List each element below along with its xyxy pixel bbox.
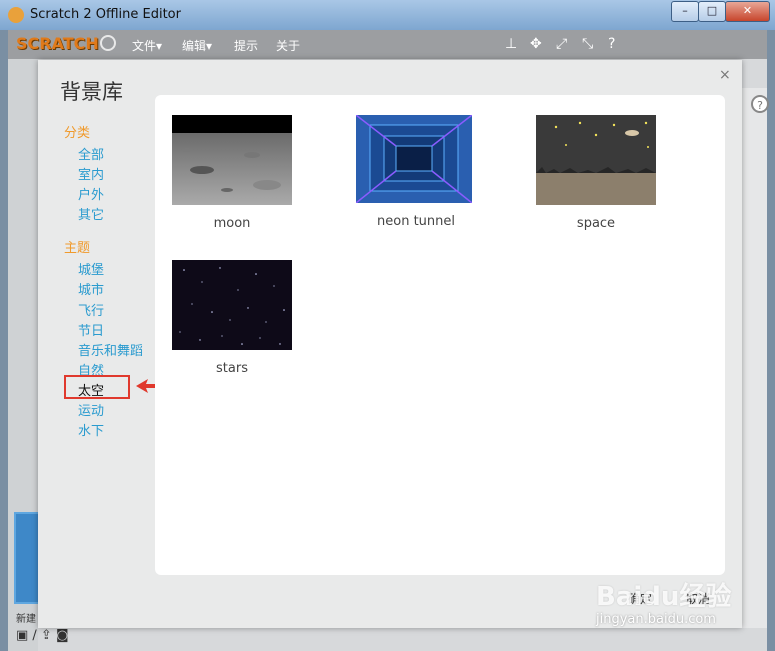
help-icon[interactable]: ?	[751, 95, 769, 113]
menu-bar: SCRATCH 文件▾ 编辑▾ 提示 关于 ⊥ ✥ ⤢ ⤡ ?	[8, 30, 767, 59]
item-label: space	[576, 216, 616, 231]
menu-about[interactable]: 关于	[276, 37, 300, 54]
stars-thumbnail	[172, 260, 292, 350]
category-indoors[interactable]: 室内	[78, 164, 104, 183]
theme-city[interactable]: 城市	[78, 279, 104, 298]
item-label: stars	[216, 361, 248, 376]
grow-icon[interactable]: ⤢	[556, 36, 567, 52]
category-heading: 分类	[64, 126, 91, 141]
category-all[interactable]: 全部	[78, 144, 104, 163]
backdrop-item-moon[interactable]: moon	[172, 115, 292, 231]
close-window-button[interactable]: ✕	[725, 1, 770, 22]
scratch-cat-icon	[8, 7, 24, 23]
theme-flying[interactable]: 飞行	[78, 300, 104, 319]
baidu-watermark: Baidu经验 jingyan.baidu.com	[596, 572, 766, 638]
language-globe-icon[interactable]	[100, 35, 116, 51]
backdrop-item-neon-tunnel[interactable]: neon tunnel	[355, 114, 476, 229]
theme-music-dance[interactable]: 音乐和舞蹈	[78, 340, 143, 359]
theme-underwater[interactable]: 水下	[78, 420, 104, 439]
window-titlebar: Scratch 2 Offline Editor – □ ✕	[0, 0, 775, 30]
minimize-button[interactable]: –	[671, 1, 699, 22]
space-thumbnail	[536, 115, 656, 205]
watermark-url: jingyan.baidu.com	[596, 612, 716, 627]
backdrop-library-dialog: 背景库 × 分类 全部 室内 户外 其它 主题 城堡 城市 飞行 节日 音乐和舞…	[38, 60, 742, 628]
menu-edit[interactable]: 编辑▾	[182, 37, 212, 54]
help-block-icon[interactable]: ?	[608, 36, 615, 52]
category-outdoors[interactable]: 户外	[78, 184, 104, 203]
new-backdrop-label: 新建	[16, 614, 36, 625]
stamp-icon[interactable]: ⊥	[505, 36, 517, 52]
scratch-logo[interactable]: SCRATCH	[16, 34, 99, 53]
item-label: neon tunnel	[377, 214, 455, 229]
maximize-button[interactable]: □	[698, 1, 726, 22]
theme-holiday[interactable]: 节日	[78, 320, 104, 339]
backdrop-grid: moon neon tunnel space stars	[155, 95, 725, 575]
new-backdrop-icons[interactable]: ▣ ∕ ⇪ ◙	[16, 628, 69, 643]
dialog-close-icon[interactable]: ×	[719, 67, 731, 83]
menu-tips[interactable]: 提示	[234, 37, 258, 54]
window-title: Scratch 2 Offline Editor	[30, 7, 181, 22]
backdrop-item-space[interactable]: space	[536, 115, 656, 231]
dialog-title: 背景库	[60, 80, 123, 104]
selection-highlight-box	[64, 375, 130, 399]
theme-heading: 主题	[64, 241, 91, 256]
scripts-pane	[741, 88, 767, 628]
cut-icon[interactable]: ✥	[530, 36, 542, 52]
shrink-icon[interactable]: ⤡	[582, 36, 593, 52]
backdrop-item-stars[interactable]: stars	[172, 260, 292, 376]
item-label: moon	[213, 216, 251, 231]
theme-castle[interactable]: 城堡	[78, 259, 104, 278]
neon-tunnel-thumbnail	[355, 114, 473, 204]
menu-file[interactable]: 文件▾	[132, 37, 162, 54]
moon-thumbnail	[172, 115, 292, 205]
theme-sports[interactable]: 运动	[78, 400, 104, 419]
watermark-logo: Baidu经验	[596, 582, 732, 612]
category-other[interactable]: 其它	[78, 204, 104, 223]
